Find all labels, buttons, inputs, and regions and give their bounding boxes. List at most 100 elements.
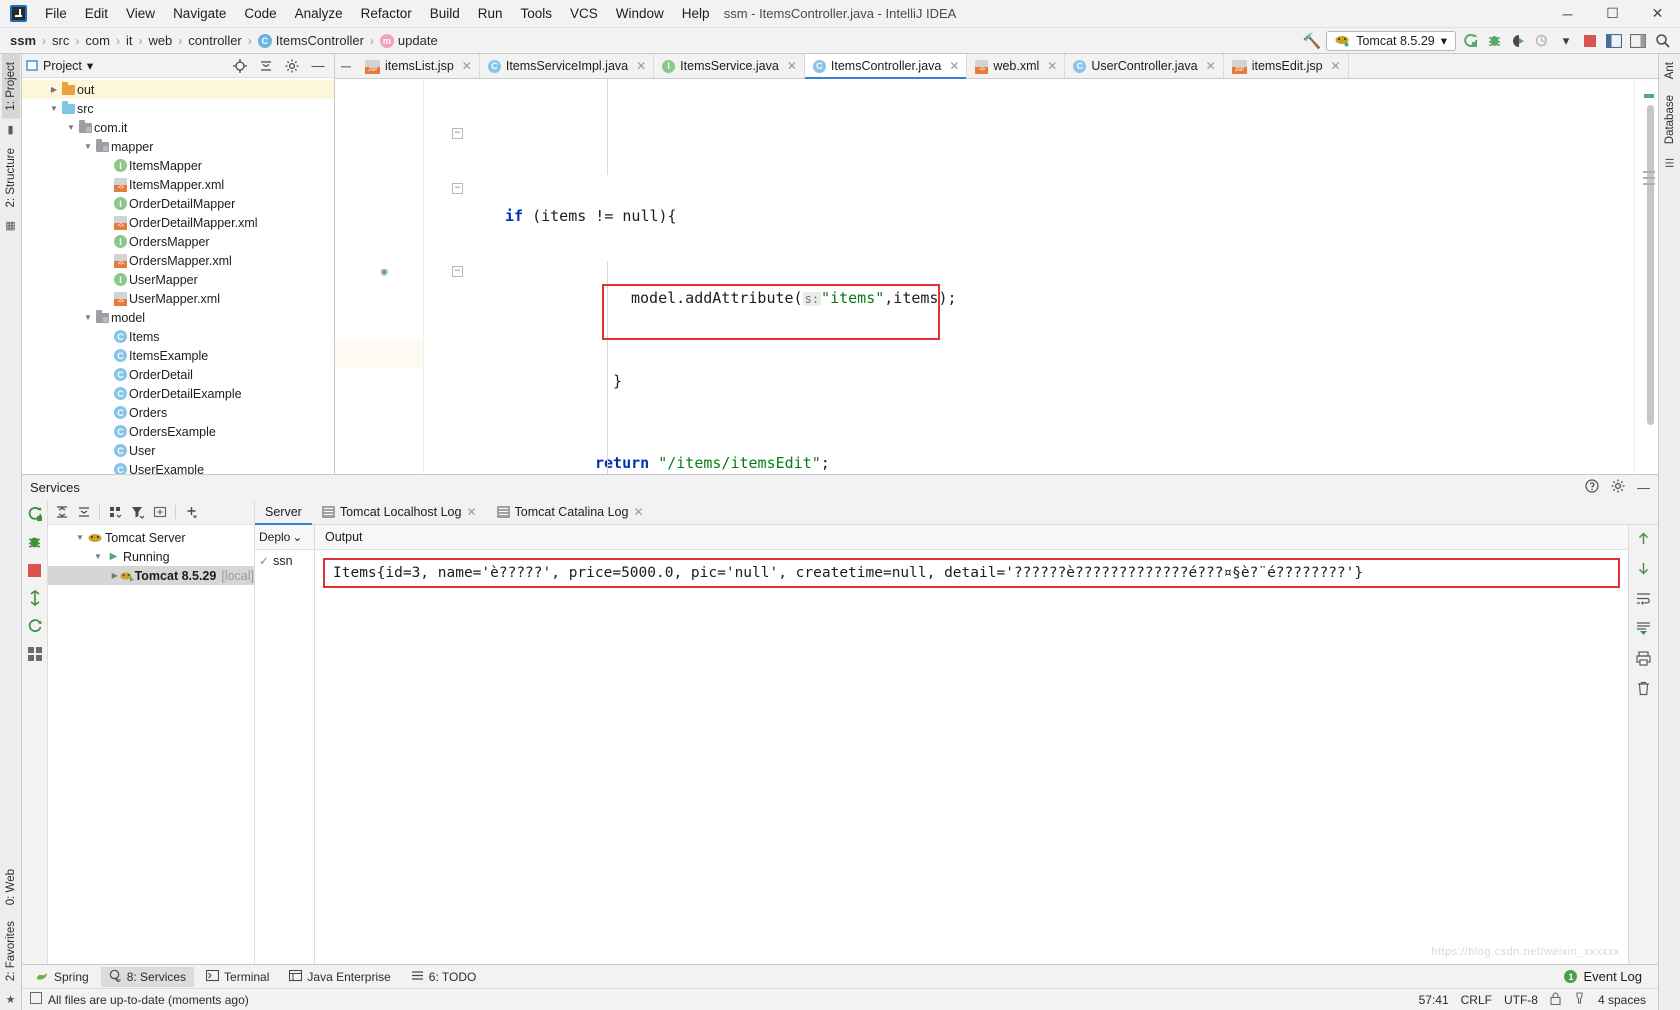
rail-tab-structure[interactable]: 2: Structure [2,140,20,215]
menu-item-code[interactable]: Code [235,2,285,25]
tree-node-out[interactable]: ▶ out [22,80,334,99]
chevron-down-icon[interactable]: ▼ [74,533,86,542]
tool-button-todo[interactable]: 6: TODO [403,967,485,987]
maximize-button[interactable]: ☐ [1590,0,1635,28]
editor-tab-itemsserviceimpl-java[interactable]: C ItemsServiceImpl.java ✕ [480,54,655,78]
services-tab-tomcat-localhost-log[interactable]: Tomcat Localhost Log ✕ [312,500,487,524]
menu-item-window[interactable]: Window [607,2,673,25]
caret-position[interactable]: 57:41 [1419,993,1449,1007]
file-encoding[interactable]: UTF-8 [1504,993,1538,1007]
tree-node-ordersmapper[interactable]: I OrdersMapper [22,232,334,251]
code-editor[interactable]: 47 48 49− 50 51− 52 53 54−◉ 55 56 57 58 [335,79,1658,474]
tree-node-com-it[interactable]: ▼ com.it [22,118,334,137]
breadcrumb-item-controller[interactable]: controller [184,31,245,50]
maven-icon[interactable]: ☰ [1665,153,1675,174]
breadcrumb-item-src[interactable]: src [48,31,73,50]
run-method-icon[interactable]: ◉ [381,265,388,278]
minimize-button[interactable]: ─ [1545,0,1590,28]
run-with-coverage-icon[interactable] [1508,31,1528,51]
breadcrumb-item-web[interactable]: web [144,31,176,50]
close-icon[interactable]: ✕ [636,59,646,73]
up-icon[interactable] [1636,531,1651,549]
rerun-icon[interactable] [26,505,44,523]
tree-node-userexample[interactable]: C UserExample [22,460,334,474]
services-node-running[interactable]: ▼ ▶ Running [48,547,254,566]
indent-setting[interactable]: 4 spaces [1598,993,1646,1007]
tree-node-orderdetail[interactable]: C OrderDetail [22,365,334,384]
editor-scrollbar-thumb[interactable] [1647,105,1654,425]
tree-node-ordersexample[interactable]: C OrdersExample [22,422,334,441]
chevron-down-icon[interactable]: ▼ [82,313,94,322]
tree-node-user[interactable]: C User [22,441,334,460]
output-console[interactable]: Items{id=3, name='è?????', price=5000.0,… [315,550,1628,964]
tree-node-itemsexample[interactable]: C ItemsExample [22,346,334,365]
chevron-right-icon[interactable]: ▶ [110,571,120,580]
menu-item-run[interactable]: Run [469,2,512,25]
redeploy-icon[interactable] [26,589,44,607]
menu-item-build[interactable]: Build [421,2,469,25]
menu-item-tools[interactable]: Tools [512,2,562,25]
menu-item-navigate[interactable]: Navigate [164,2,235,25]
tree-node-orderdetailmapper[interactable]: I OrderDetailMapper [22,194,334,213]
chevron-down-icon[interactable]: ▾ [87,58,93,73]
down-icon[interactable] [1636,561,1651,579]
tree-node-model[interactable]: ▼ model [22,308,334,327]
services-tab-server[interactable]: Server [255,500,312,525]
menu-item-file[interactable]: File [36,2,76,25]
breadcrumb-item-update[interactable]: m update [376,31,442,51]
layout-alt-icon[interactable] [1628,31,1648,51]
chevron-down-icon[interactable]: ▼ [92,552,104,561]
tree-node-orderdetailmapper-xml[interactable]: OrderDetailMapper.xml [22,213,334,232]
services-tree[interactable]: ▼ Tomcat Server ▼ ▶ Running ▶ Tomcat 8.5… [48,525,254,964]
collapse-all-icon[interactable] [256,56,276,76]
close-icon[interactable]: ✕ [787,59,797,73]
chevron-down-icon[interactable]: ⌄ [292,530,302,544]
hide-icon[interactable]: — [308,56,328,76]
tree-node-usermapper-xml[interactable]: UserMapper.xml [22,289,334,308]
trash-icon[interactable] [1636,681,1651,699]
stop-icon[interactable] [1580,31,1600,51]
deployment-header[interactable]: Deplo ⌄ [255,525,314,550]
hide-editor-icon[interactable]: ─ [335,54,357,78]
tool-button-terminal[interactable]: Terminal [198,967,277,987]
restart-icon[interactable] [26,617,44,635]
group-icon[interactable] [106,503,125,522]
tree-node-itemsmapper[interactable]: I ItemsMapper [22,156,334,175]
menu-item-help[interactable]: Help [673,2,719,25]
chevron-down-icon[interactable]: ▼ [82,142,94,151]
editor-tab-itemslist-jsp[interactable]: itemsList.jsp ✕ [357,54,480,78]
editor-tab-itemsservice-java[interactable]: I ItemsService.java ✕ [654,54,805,78]
close-icon[interactable]: ✕ [1047,59,1057,73]
editor-marker-strip[interactable] [1634,79,1658,474]
services-node-tomcat-server[interactable]: ▼ Tomcat Server [48,528,254,547]
chevron-right-icon[interactable]: ▶ [48,85,60,94]
menu-item-edit[interactable]: Edit [76,2,117,25]
stop-icon[interactable] [26,561,44,579]
filter-icon[interactable] [128,503,147,522]
tree-node-ordersmapper-xml[interactable]: OrdersMapper.xml [22,251,334,270]
inspection-icon[interactable] [1573,991,1586,1008]
tree-node-orders[interactable]: C Orders [22,403,334,422]
scroll-to-end-icon[interactable] [1636,621,1651,639]
hammer-icon[interactable]: 🔨 [1302,31,1322,51]
rail-tab-ant[interactable]: Ant [1661,54,1679,87]
locate-icon[interactable] [230,56,250,76]
menu-item-vcs[interactable]: VCS [561,2,607,25]
close-icon[interactable]: ✕ [466,505,476,519]
breadcrumb-item-it[interactable]: it [122,31,137,50]
lock-icon[interactable] [1550,992,1561,1008]
code-text[interactable]: if (items != null){ model.addAttribute(s… [447,79,1634,474]
print-icon[interactable] [1636,651,1651,669]
rail-tab-project[interactable]: 1: Project [1,54,20,119]
layout-icon[interactable] [1604,31,1624,51]
chevron-down-icon[interactable]: ▾ [1441,33,1447,48]
menu-item-analyze[interactable]: Analyze [286,2,352,25]
menu-bar[interactable]: File Edit View Navigate Code Analyze Ref… [36,2,719,25]
tool-button-java-enterprise[interactable]: Java Enterprise [281,967,398,987]
project-tree[interactable]: ▶ out ▼ src ▼ com.it ▼ mapper I ItemsMap… [22,78,334,474]
help-icon[interactable] [1585,479,1599,496]
deployment-artifact-row[interactable]: ✓ ssn [255,550,314,568]
menu-item-refactor[interactable]: Refactor [352,2,421,25]
editor-gutter[interactable]: 47 48 49− 50 51− 52 53 54−◉ 55 56 57 58 [335,79,463,474]
hide-icon[interactable]: — [1637,480,1650,495]
